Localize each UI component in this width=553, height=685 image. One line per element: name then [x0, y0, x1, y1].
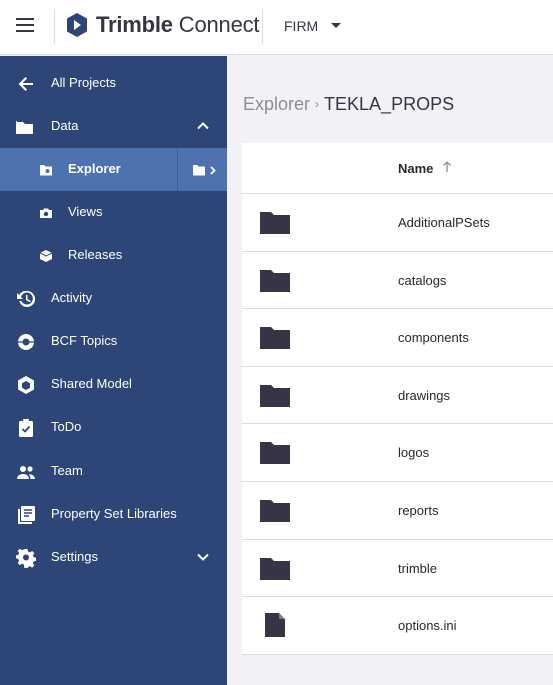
sidebar-item-releases[interactable]: Releases: [0, 234, 227, 277]
top-bar: Trimble Connect FIRM: [0, 0, 553, 55]
folder-icon: [260, 499, 290, 522]
column-header-name[interactable]: Name: [398, 161, 433, 176]
sidebar-item-shared-model[interactable]: Shared Model: [0, 363, 227, 406]
folder-icon: [260, 327, 290, 350]
folder-icon: [260, 442, 290, 465]
sidebar-item-label: Settings: [51, 549, 98, 564]
divider: [177, 148, 178, 191]
table-row[interactable]: components: [242, 309, 553, 367]
sidebar-item-settings[interactable]: Settings: [0, 536, 227, 579]
hamburger-menu-icon[interactable]: [16, 18, 34, 32]
team-icon: [17, 466, 35, 479]
bcf-icon: [18, 334, 34, 350]
brand-name: Trimble Connect: [96, 12, 260, 37]
sidebar-item-bcf-topics[interactable]: BCF Topics: [0, 320, 227, 363]
breadcrumb: Explorer › TEKLA_PROPS: [243, 94, 454, 115]
file-name: reports: [398, 502, 439, 518]
org-selector[interactable]: FIRM: [284, 18, 318, 34]
file-name: drawings: [398, 387, 451, 403]
breadcrumb-current: TEKLA_PROPS: [324, 94, 455, 114]
main-content: Explorer › TEKLA_PROPS Name AdditionalPSet…: [227, 56, 553, 685]
folder-icon: [260, 212, 290, 234]
folder-icon: [260, 557, 290, 580]
table-header: Name: [242, 143, 553, 194]
table-row[interactable]: drawings: [242, 366, 553, 425]
sidebar-item-label: Data: [51, 118, 79, 133]
table-row[interactable]: trimble: [242, 539, 553, 598]
sidebar: All Projects Data Explorer Views Release…: [0, 56, 227, 685]
file-name: catalogs: [398, 272, 447, 288]
sidebar-item-views[interactable]: Views: [0, 191, 227, 234]
sidebar-item-activity[interactable]: Activity: [0, 277, 227, 320]
sidebar-item-all-projects[interactable]: All Projects: [0, 62, 227, 105]
table-row[interactable]: options.ini: [242, 597, 553, 655]
chevron-down-icon[interactable]: [197, 551, 209, 563]
explorer-icon: [40, 165, 52, 176]
arrow-left-icon: [18, 77, 33, 91]
sidebar-item-label: Team: [51, 463, 83, 478]
camera-icon: [40, 208, 52, 218]
sidebar-item-todo[interactable]: ToDo: [0, 406, 227, 449]
divider: [262, 9, 263, 44]
shared-model-icon: [18, 376, 34, 394]
sidebar-item-data[interactable]: Data: [0, 105, 227, 148]
table-row[interactable]: logos: [242, 424, 553, 482]
table-row[interactable]: catalogs: [242, 251, 553, 310]
sidebar-item-property-set-libraries[interactable]: Property Set Libraries: [0, 493, 227, 536]
history-icon: [17, 290, 36, 307]
folder-icon: [260, 384, 290, 407]
file-name: trimble: [398, 560, 438, 576]
table-row[interactable]: AdditionalPSets: [242, 194, 553, 252]
divider: [54, 9, 55, 44]
breadcrumb-separator-icon: ›: [315, 97, 320, 111]
sidebar-item-team[interactable]: Team: [0, 450, 227, 493]
library-icon: [18, 506, 35, 524]
file-table: Name AdditionalPSets catalogs components…: [242, 143, 553, 655]
sidebar-item-label: Activity: [51, 290, 93, 305]
folder-icon: [16, 121, 33, 134]
file-name: components: [398, 330, 469, 346]
folder-nav-icon[interactable]: [192, 163, 218, 177]
sidebar-item-label: ToDo: [51, 419, 82, 434]
release-icon: [39, 250, 53, 262]
folder-icon: [260, 269, 290, 292]
sidebar-item-label: Views: [68, 204, 103, 219]
table-row[interactable]: reports: [242, 481, 553, 540]
sidebar-item-explorer[interactable]: Explorer: [0, 148, 227, 191]
todo-icon: [19, 419, 33, 437]
file-icon: [265, 613, 285, 638]
sidebar-item-label: Releases: [68, 247, 123, 262]
sidebar-item-label: All Projects: [51, 75, 117, 90]
caret-down-icon[interactable]: [331, 23, 341, 28]
sidebar-item-label: Property Set Libraries: [51, 506, 177, 521]
breadcrumb-root-link[interactable]: Explorer: [243, 94, 310, 114]
trimble-logo-icon: [67, 13, 87, 37]
chevron-up-icon[interactable]: [197, 120, 209, 132]
file-name: AdditionalPSets: [398, 215, 490, 230]
file-name: options.ini: [398, 618, 457, 634]
sort-ascending-icon[interactable]: [442, 161, 452, 173]
file-name: logos: [398, 445, 430, 461]
gear-icon: [16, 548, 36, 568]
sidebar-item-label: Explorer: [68, 161, 121, 176]
sidebar-item-label: BCF Topics: [51, 333, 118, 348]
sidebar-item-label: Shared Model: [51, 376, 132, 391]
